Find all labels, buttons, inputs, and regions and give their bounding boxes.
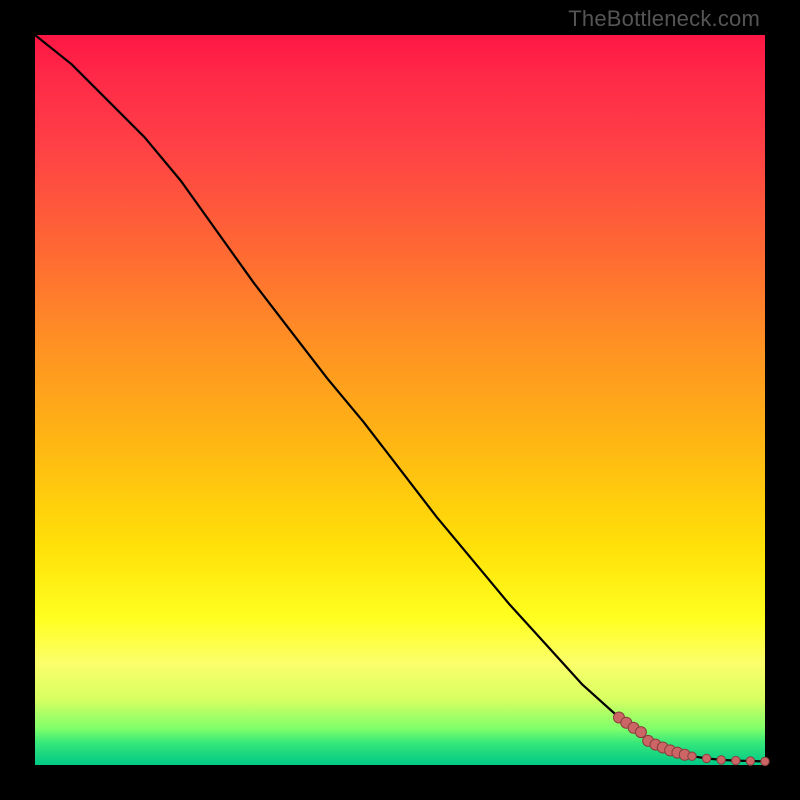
data-marker bbox=[688, 752, 696, 760]
data-marker bbox=[761, 757, 769, 765]
bottleneck-marker-group bbox=[614, 712, 770, 766]
data-marker bbox=[717, 756, 725, 764]
bottleneck-curve-line bbox=[35, 35, 765, 761]
data-marker bbox=[732, 756, 740, 764]
watermark-text: TheBottleneck.com bbox=[568, 6, 760, 32]
chart-overlay bbox=[35, 35, 765, 765]
data-marker bbox=[702, 754, 710, 762]
data-marker bbox=[635, 727, 646, 738]
data-marker bbox=[746, 757, 754, 765]
chart-canvas: TheBottleneck.com bbox=[0, 0, 800, 800]
